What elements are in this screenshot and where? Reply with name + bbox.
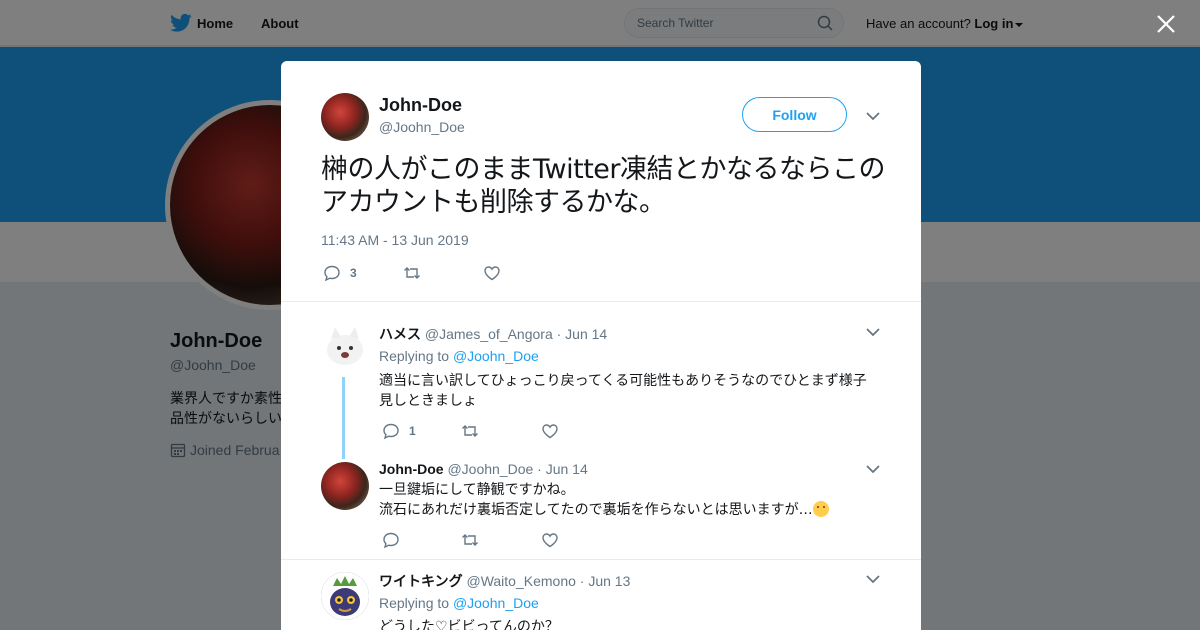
chevron-down-icon[interactable] <box>866 464 880 474</box>
author-avatar[interactable] <box>321 93 369 141</box>
reply-icon[interactable] <box>323 264 341 282</box>
replying-to-link[interactable]: @Joohn_Doe <box>453 348 539 364</box>
reply-avatar-author[interactable] <box>321 462 369 510</box>
author-name[interactable]: John-Doe <box>379 95 462 116</box>
reply-actions <box>382 531 682 549</box>
chevron-down-icon[interactable] <box>866 111 880 121</box>
reply-actions: 1 <box>382 422 682 440</box>
cat-avatar-icon <box>327 327 363 365</box>
tweet-actions: 3 <box>323 264 623 282</box>
reply-author-handle[interactable]: @Joohn_Doe <box>447 461 533 477</box>
reply-author: John-Doe @Joohn_Doe · Jun 14 <box>379 461 588 477</box>
retweet-icon[interactable] <box>403 264 421 282</box>
reply-text: どうした♡ビビってんのか？ <box>379 619 559 630</box>
reply-action[interactable]: 3 <box>323 264 357 282</box>
reply-text-line: 流石にあれだけ裏垢否定してたので裏垢を作らないとは思いますが… <box>379 502 813 518</box>
reply-icon[interactable] <box>382 422 400 440</box>
heart-icon[interactable] <box>541 422 559 440</box>
reply-author-handle[interactable]: @James_of_Angora <box>425 326 553 342</box>
reply-avatar-king[interactable] <box>321 572 369 620</box>
reply-date[interactable]: · Jun 14 <box>537 461 588 477</box>
reply-date[interactable]: · Jun 14 <box>557 326 608 342</box>
chevron-down-icon[interactable] <box>866 574 880 584</box>
chevron-down-icon[interactable] <box>866 327 880 337</box>
reply-text: 一旦鍵垢にして静観ですかね。 流石にあれだけ裏垢否定してたので裏垢を作らないとは… <box>379 480 899 520</box>
close-icon[interactable] <box>1155 13 1177 35</box>
reply-icon[interactable] <box>382 531 400 549</box>
author-handle[interactable]: @Joohn_Doe <box>379 119 465 135</box>
heart-icon[interactable] <box>541 531 559 549</box>
reply-text: 適当に言い訳してひょっこり戻ってくる可能性もありそうなのでひとまず様子見しときま… <box>379 373 867 409</box>
like-action[interactable] <box>541 531 559 549</box>
reply-author: ハメス @James_of_Angora · Jun 14 <box>379 324 607 344</box>
retweet-icon[interactable] <box>461 531 479 549</box>
tweet-text: 榊の人がこのままTwitter凍結とかなるならこのアカウントも削除するかな。 <box>321 154 886 218</box>
reply-author-name[interactable]: John-Doe <box>379 461 444 477</box>
tweet-timestamp[interactable]: 11:43 AM - 13 Jun 2019 <box>321 232 469 248</box>
reply-author: ワイトキング @Waito_Kemono · Jun 13 <box>379 571 630 591</box>
reply-action[interactable]: 1 <box>382 422 416 440</box>
tweet-modal: John-Doe @Joohn_Doe Follow 榊の人がこのままTwitt… <box>281 61 921 630</box>
king-avatar-icon <box>321 572 369 620</box>
like-action[interactable] <box>483 264 501 282</box>
thinking-face-icon <box>812 501 829 517</box>
heart-icon[interactable] <box>483 264 501 282</box>
reply-avatar-cat[interactable] <box>321 323 369 371</box>
follow-button[interactable]: Follow <box>742 97 847 132</box>
retweet-icon[interactable] <box>461 422 479 440</box>
reply-action[interactable] <box>382 531 400 549</box>
reply-author-name[interactable]: ハメス <box>379 326 421 342</box>
divider <box>281 301 921 302</box>
reply-author-handle[interactable]: @Waito_Kemono <box>466 573 575 589</box>
replying-to-link[interactable]: @Joohn_Doe <box>453 595 539 611</box>
replying-to: Replying to @Joohn_Doe <box>379 348 539 364</box>
reply-text-line: 一旦鍵垢にして静観ですかね。 <box>379 482 575 498</box>
reply-count: 1 <box>409 424 416 438</box>
divider <box>281 559 921 560</box>
retweet-action[interactable] <box>403 264 421 282</box>
like-action[interactable] <box>541 422 559 440</box>
thread-line <box>342 377 345 459</box>
reply-date[interactable]: · Jun 13 <box>580 573 631 589</box>
retweet-action[interactable] <box>461 422 479 440</box>
replying-prefix: Replying to <box>379 595 450 611</box>
reply-text-line-2: 流石にあれだけ裏垢否定してたので裏垢を作らないとは思いますが… <box>379 500 899 520</box>
replying-prefix: Replying to <box>379 348 450 364</box>
replying-to: Replying to @Joohn_Doe <box>379 595 539 611</box>
reply-count: 3 <box>350 266 357 280</box>
retweet-action[interactable] <box>461 531 479 549</box>
reply-author-name[interactable]: ワイトキング <box>379 573 463 589</box>
